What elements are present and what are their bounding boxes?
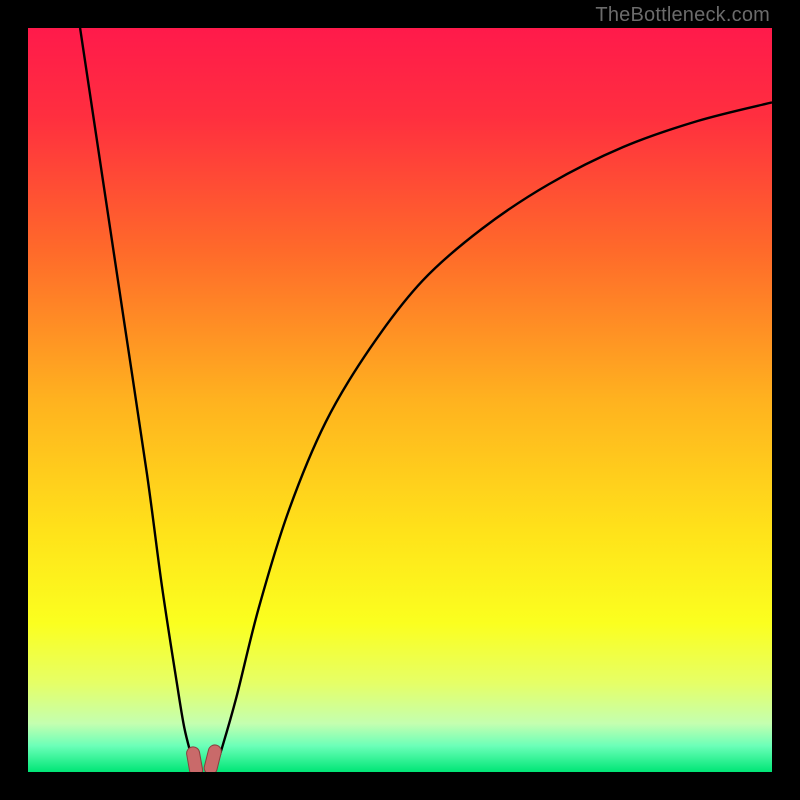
marker-trough-left bbox=[186, 746, 204, 772]
bottleneck-curve-left bbox=[80, 28, 195, 772]
bottleneck-curve-right bbox=[214, 102, 772, 772]
curve-layer bbox=[28, 28, 772, 772]
marker-trough-right bbox=[203, 744, 223, 772]
trough-markers bbox=[186, 744, 223, 772]
watermark-text: TheBottleneck.com bbox=[595, 4, 770, 27]
chart-frame: TheBottleneck.com bbox=[0, 0, 800, 800]
plot-area bbox=[28, 28, 772, 772]
